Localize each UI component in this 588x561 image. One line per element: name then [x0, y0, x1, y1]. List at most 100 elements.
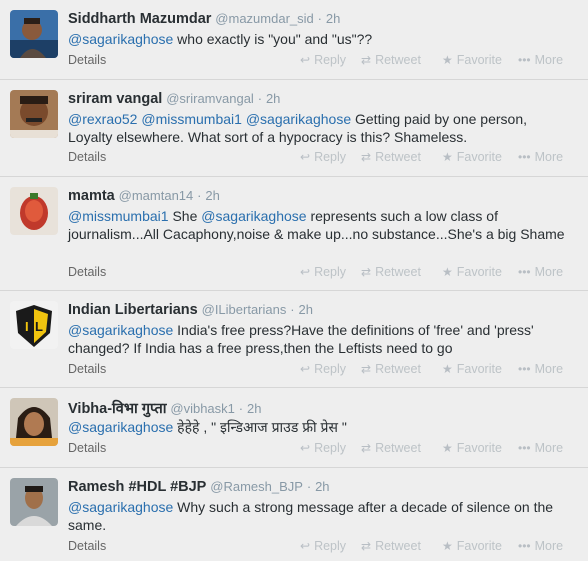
reply-label: Reply [314, 441, 347, 455]
star-icon: ★ [442, 539, 453, 553]
tweet[interactable]: mamta @mamtan14 · 2h @missmumbai1 She @s… [0, 177, 588, 291]
timestamp[interactable]: 2h [315, 479, 329, 494]
details-link[interactable]: Details [68, 362, 106, 376]
user-screen-name[interactable]: @mazumdar_sid [215, 11, 313, 26]
tweet[interactable]: Vibha-विभा गुप्ता @vibhask1 · 2h @sagari… [0, 388, 588, 468]
tweet[interactable]: Ramesh #HDL #BJP @Ramesh_BJP · 2h @sagar… [0, 468, 588, 561]
reply-label: Reply [314, 265, 347, 279]
star-icon: ★ [442, 265, 453, 279]
avatar[interactable] [10, 478, 58, 526]
more-button[interactable]: ••• More [518, 362, 563, 376]
retweet-label: Retweet [375, 441, 421, 455]
avatar[interactable]: I L [10, 301, 58, 349]
ellipsis-icon: ••• [518, 265, 531, 279]
timestamp[interactable]: 2h [326, 11, 340, 26]
mention-link[interactable]: @rexrao52 [68, 111, 137, 127]
retweet-button[interactable]: ⇄ Retweet [361, 441, 421, 455]
tweet-footer: Details ↩ Reply ⇄ Retweet ★ Favorite ••• Mor… [68, 441, 578, 457]
mention-link[interactable]: @sagarikaghose [68, 499, 173, 515]
details-link[interactable]: Details [68, 265, 106, 279]
timestamp[interactable]: 2h [205, 188, 219, 203]
user-screen-name[interactable]: @vibhask1 [170, 401, 235, 416]
reply-label: Reply [314, 53, 347, 67]
mention-link[interactable]: @sagarikaghose [68, 419, 173, 435]
mention-link[interactable]: @sagarikaghose [246, 111, 351, 127]
retweet-label: Retweet [375, 265, 421, 279]
more-button[interactable]: ••• More [518, 265, 563, 279]
avatar[interactable] [10, 10, 58, 58]
user-fullname[interactable]: Ramesh #HDL #BJP [68, 479, 206, 495]
tweet[interactable]: sriram vangal @sriramvangal · 2h @rexrao… [0, 80, 588, 177]
retweet-button[interactable]: ⇄ Retweet [361, 539, 421, 553]
favorite-button[interactable]: ★ Favorite [442, 539, 502, 553]
retweet-arrows-icon: ⇄ [361, 539, 372, 553]
user-screen-name[interactable]: @ILibertarians [202, 302, 287, 317]
reply-arrow-icon: ↩ [300, 53, 311, 67]
retweet-arrows-icon: ⇄ [361, 441, 372, 455]
mention-link[interactable]: @sagarikaghose [68, 322, 173, 338]
separator: · [317, 11, 322, 26]
tweet[interactable]: Siddharth Mazumdar @mazumdar_sid · 2h @s… [0, 0, 588, 80]
favorite-button[interactable]: ★ Favorite [442, 265, 502, 279]
user-fullname[interactable]: Siddharth Mazumdar [68, 11, 211, 27]
timestamp[interactable]: 2h [299, 302, 313, 317]
reply-arrow-icon: ↩ [300, 150, 311, 164]
user-fullname[interactable]: Indian Libertarians [68, 302, 198, 318]
reply-button[interactable]: ↩ Reply [300, 150, 346, 164]
retweet-label: Retweet [375, 150, 421, 164]
star-icon: ★ [442, 150, 453, 164]
reply-button[interactable]: ↩ Reply [300, 539, 346, 553]
details-link[interactable]: Details [68, 441, 106, 455]
user-screen-name[interactable]: @Ramesh_BJP [210, 479, 303, 494]
timestamp[interactable]: 2h [266, 91, 280, 106]
reply-arrow-icon: ↩ [300, 265, 311, 279]
reply-arrow-icon: ↩ [300, 362, 311, 376]
favorite-label: Favorite [456, 539, 502, 553]
avatar[interactable] [10, 398, 58, 446]
retweet-button[interactable]: ⇄ Retweet [361, 265, 421, 279]
favorite-button[interactable]: ★ Favorite [442, 362, 502, 376]
more-button[interactable]: ••• More [518, 441, 563, 455]
reply-arrow-icon: ↩ [300, 441, 311, 455]
more-button[interactable]: ••• More [518, 150, 563, 164]
retweet-arrows-icon: ⇄ [361, 265, 372, 279]
favorite-button[interactable]: ★ Favorite [442, 53, 502, 67]
more-button[interactable]: ••• More [518, 539, 563, 553]
avatar[interactable] [10, 90, 58, 138]
user-fullname[interactable]: mamta [68, 188, 115, 204]
ellipsis-icon: ••• [518, 362, 531, 376]
reply-button[interactable]: ↩ Reply [300, 53, 346, 67]
more-button[interactable]: ••• More [518, 53, 563, 67]
retweet-label: Retweet [375, 539, 421, 553]
user-screen-name[interactable]: @sriramvangal [166, 91, 254, 106]
details-link[interactable]: Details [68, 539, 106, 553]
reply-button[interactable]: ↩ Reply [300, 441, 346, 455]
details-link[interactable]: Details [68, 53, 106, 67]
retweet-button[interactable]: ⇄ Retweet [361, 362, 421, 376]
timestamp[interactable]: 2h [247, 401, 261, 416]
mention-link[interactable]: @sagarikaghose [68, 31, 173, 47]
svg-text:I: I [25, 319, 29, 334]
mention-link[interactable]: @missmumbai1 [141, 111, 242, 127]
separator: · [257, 91, 263, 106]
reply-button[interactable]: ↩ Reply [300, 265, 346, 279]
reply-button[interactable]: ↩ Reply [300, 362, 346, 376]
separator: · [197, 188, 202, 203]
retweet-button[interactable]: ⇄ Retweet [361, 150, 421, 164]
details-link[interactable]: Details [68, 150, 106, 164]
tweet-header: Vibha-विभा गुप्ता @vibhask1 · 2h [68, 398, 262, 418]
tweet-text: @sagarikaghose Why such a strong message… [68, 498, 568, 534]
user-fullname[interactable]: sriram vangal [68, 91, 162, 107]
mention-link[interactable]: @missmumbai1 [68, 208, 169, 224]
favorite-label: Favorite [456, 362, 502, 376]
avatar[interactable] [10, 187, 58, 235]
user-screen-name[interactable]: @mamtan14 [119, 188, 194, 203]
favorite-button[interactable]: ★ Favorite [442, 441, 502, 455]
favorite-button[interactable]: ★ Favorite [442, 150, 502, 164]
tweet[interactable]: I L Indian Libertarians @ILibertarians ·… [0, 291, 588, 388]
user-fullname[interactable]: Vibha-विभा गुप्ता [68, 401, 167, 417]
tweet-header: mamta @mamtan14 · 2h [68, 187, 220, 204]
ellipsis-icon: ••• [518, 150, 531, 164]
retweet-button[interactable]: ⇄ Retweet [361, 53, 421, 67]
mention-link[interactable]: @sagarikaghose [201, 208, 306, 224]
